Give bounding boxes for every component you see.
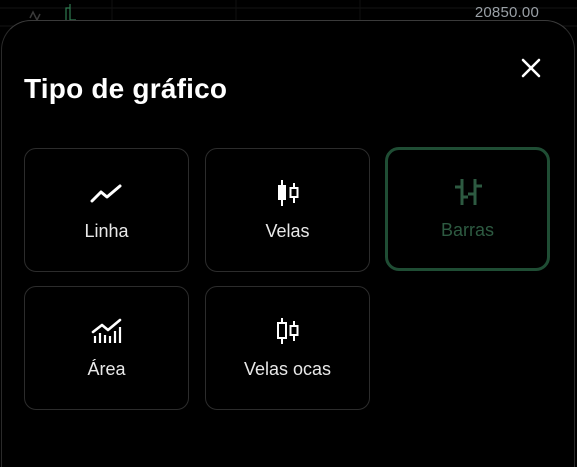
chart-type-bars-option[interactable]: Barras — [385, 147, 550, 271]
chart-type-hollow-candles-option[interactable]: Velas ocas — [205, 286, 370, 410]
close-button[interactable] — [520, 57, 542, 79]
chart-type-sheet: Tipo de gráfico Linha Velas Barras Área … — [1, 20, 575, 467]
area-chart-icon — [91, 318, 121, 343]
chart-type-line-option[interactable]: Linha — [24, 148, 189, 272]
screen: 20850.00 Tipo de gráfico Linha Velas Bar… — [0, 0, 577, 467]
hollow-candlestick-icon — [276, 318, 298, 344]
candlestick-icon — [277, 180, 298, 206]
chart-type-label: Velas — [265, 221, 310, 241]
chart-type-label: Área — [87, 359, 126, 379]
sheet-title: Tipo de gráfico — [24, 73, 228, 104]
close-icon — [521, 58, 541, 78]
chart-type-candles-option[interactable]: Velas — [205, 148, 370, 272]
chart-type-label: Barras — [440, 220, 494, 240]
chart-type-label: Linha — [84, 221, 129, 241]
price-axis-label: 20850.00 — [474, 4, 539, 21]
bar-ohlc-icon — [454, 179, 482, 205]
line-chart-icon — [90, 184, 121, 203]
chart-type-label: Velas ocas — [243, 359, 332, 379]
chart-type-area-option[interactable]: Área — [24, 286, 189, 410]
